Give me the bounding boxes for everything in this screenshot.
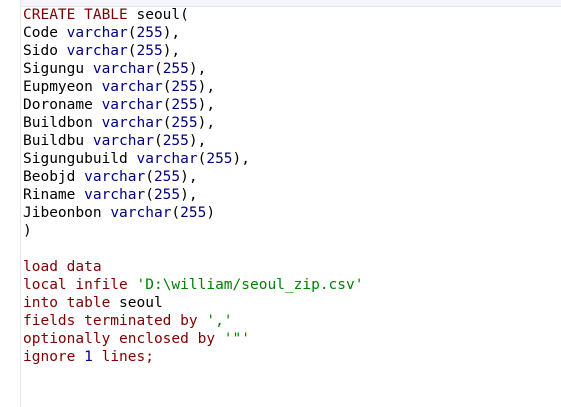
code-line[interactable]: CREATE TABLE seoul( bbox=[23, 6, 561, 24]
code-token-type: varchar bbox=[101, 115, 163, 131]
code-token-plain: ( bbox=[127, 25, 137, 41]
code-token-kw: fields terminated by bbox=[23, 313, 198, 329]
code-token-plain: ( bbox=[153, 133, 163, 149]
code-token-str: '"' bbox=[223, 331, 250, 347]
code-token-num: 255 bbox=[171, 79, 198, 95]
code-line[interactable]: optionally enclosed by '"' bbox=[23, 330, 561, 348]
code-token-num: 255 bbox=[171, 97, 198, 113]
code-token-plain: ( bbox=[153, 61, 163, 77]
code-line[interactable]: Sido varchar(255), bbox=[23, 42, 561, 60]
code-token-plain: Riname bbox=[23, 187, 85, 203]
code-token-plain: Jibeonbon bbox=[23, 205, 111, 221]
code-token-num: 1 bbox=[84, 349, 93, 365]
code-token-plain: Sigungubuild bbox=[23, 151, 137, 167]
code-token-type: varchar bbox=[110, 205, 172, 221]
code-token-type: varchar bbox=[101, 79, 163, 95]
code-token-plain: Doroname bbox=[23, 97, 102, 113]
code-token-type: varchar bbox=[66, 43, 128, 59]
code-token-type: varchar bbox=[92, 133, 154, 149]
code-token-type: varchar bbox=[136, 151, 198, 167]
code-token-kw: local infile bbox=[23, 277, 128, 293]
code-token-plain: ( bbox=[127, 43, 137, 59]
sql-editor[interactable]: CREATE TABLE seoul(Code varchar(255), Sid… bbox=[0, 0, 561, 407]
code-line[interactable]: Code varchar(255), bbox=[23, 24, 561, 42]
code-line[interactable]: Eupmyeon varchar(255), bbox=[23, 78, 561, 96]
code-token-plain: Sigungu bbox=[23, 61, 93, 77]
code-line[interactable]: load data bbox=[23, 258, 561, 276]
code-token-type: varchar bbox=[66, 25, 128, 41]
code-line[interactable]: Buildbon varchar(255), bbox=[23, 114, 561, 132]
code-line[interactable]: Buildbu varchar(255), bbox=[23, 132, 561, 150]
code-token-num: 255 bbox=[206, 151, 233, 167]
code-line[interactable]: ) bbox=[23, 222, 561, 240]
code-token-num: 255 bbox=[180, 205, 207, 221]
code-line[interactable]: local infile 'D:\william/seoul_zip.csv' bbox=[23, 276, 561, 294]
code-token-plain: seoul bbox=[110, 295, 163, 311]
code-token-plain: ), bbox=[197, 79, 216, 95]
code-line[interactable]: into table seoul bbox=[23, 294, 561, 312]
code-token-kw: into table bbox=[23, 295, 111, 311]
code-token-kw: load data bbox=[23, 259, 102, 275]
code-line[interactable]: fields terminated by ',' bbox=[23, 312, 561, 330]
code-token-plain: ) bbox=[206, 205, 216, 221]
code-token-plain: ), bbox=[180, 169, 198, 185]
code-token-kw: ignore bbox=[23, 349, 76, 365]
code-token-num: 255 bbox=[171, 115, 198, 131]
code-token-str: ',' bbox=[206, 313, 233, 329]
code-token-kw: optionally enclosed by bbox=[23, 331, 216, 347]
code-token-num: 255 bbox=[136, 43, 163, 59]
code-line[interactable]: Sigungubuild varchar(255), bbox=[23, 150, 561, 168]
code-token-plain: ( bbox=[145, 169, 154, 185]
code-token-plain: Eupmyeon bbox=[23, 79, 102, 95]
code-area[interactable]: CREATE TABLE seoul(Code varchar(255), Sid… bbox=[23, 6, 561, 407]
code-token-plain: ), bbox=[188, 133, 207, 149]
code-token-plain: Buildbu bbox=[23, 133, 93, 149]
code-line[interactable]: Beobjd varchar(255), bbox=[23, 168, 561, 186]
line-gutter bbox=[0, 0, 21, 407]
code-token-plain: ) bbox=[23, 223, 32, 239]
code-token-plain: Code bbox=[23, 25, 67, 41]
code-token-plain: ), bbox=[232, 151, 251, 167]
code-token-plain: ), bbox=[162, 25, 181, 41]
code-token-type: varchar bbox=[84, 169, 146, 185]
code-line[interactable]: Jibeonbon varchar(255) bbox=[23, 204, 561, 222]
code-token-num: 255 bbox=[153, 169, 181, 185]
code-token-num: 255 bbox=[162, 61, 189, 77]
code-line[interactable]: ignore 1 lines; bbox=[23, 348, 561, 366]
code-line[interactable]: Sigungu varchar(255), bbox=[23, 60, 561, 78]
code-token-kw: lines; bbox=[101, 349, 154, 365]
code-token-kw: CREATE TABLE bbox=[23, 7, 128, 23]
code-token-num: 255 bbox=[162, 133, 189, 149]
code-token-plain: ( bbox=[145, 187, 154, 203]
code-token-type: varchar bbox=[84, 187, 146, 203]
code-line[interactable]: Doroname varchar(255), bbox=[23, 96, 561, 114]
code-token-plain: ), bbox=[180, 187, 198, 203]
code-token-plain: seoul( bbox=[127, 7, 189, 23]
code-token-plain: ), bbox=[197, 115, 216, 131]
code-token-num: 255 bbox=[136, 25, 163, 41]
code-token-plain: Beobjd bbox=[23, 169, 85, 185]
code-token-plain: ), bbox=[162, 43, 181, 59]
code-token-num: 255 bbox=[153, 187, 181, 203]
code-token-plain: Sido bbox=[23, 43, 67, 59]
code-token-type: varchar bbox=[92, 61, 154, 77]
code-line[interactable] bbox=[23, 240, 561, 258]
code-line[interactable]: Riname varchar(255), bbox=[23, 186, 561, 204]
code-token-type: varchar bbox=[101, 97, 163, 113]
code-token-plain: Buildbon bbox=[23, 115, 102, 131]
code-token-plain: ), bbox=[197, 97, 216, 113]
code-token-str: 'D:\william/seoul_zip.csv' bbox=[136, 277, 364, 293]
code-token-plain: ( bbox=[171, 205, 181, 221]
code-token-plain: ), bbox=[188, 61, 207, 77]
